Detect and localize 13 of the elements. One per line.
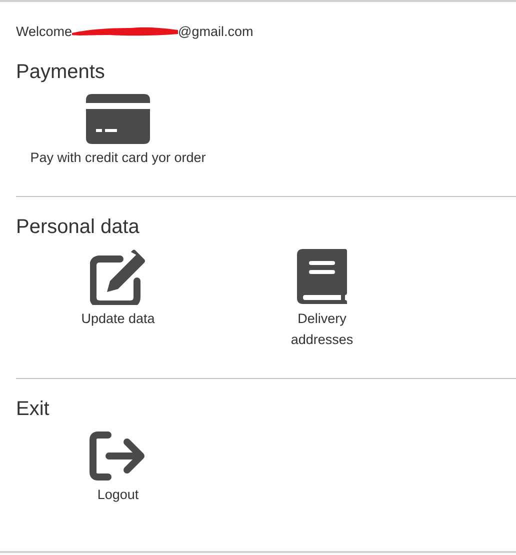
tile-link[interactable]: Logout [97,484,139,505]
book-icon [297,249,347,305]
tile-link[interactable]: Pay with credit card yor order [30,147,206,168]
logout-icon [89,431,147,481]
welcome-text: Welcome [16,24,72,38]
credit-card-icon [86,94,150,144]
section-heading: Payments [16,60,106,84]
tile-link[interactable]: Delivery addresses [277,308,367,350]
section-heading: Personal data [16,215,140,239]
email-text: @gmail.com [178,24,254,38]
edit-icon [90,249,146,305]
section-heading: Exit [16,397,50,421]
tile-link[interactable]: Update data [81,308,155,329]
